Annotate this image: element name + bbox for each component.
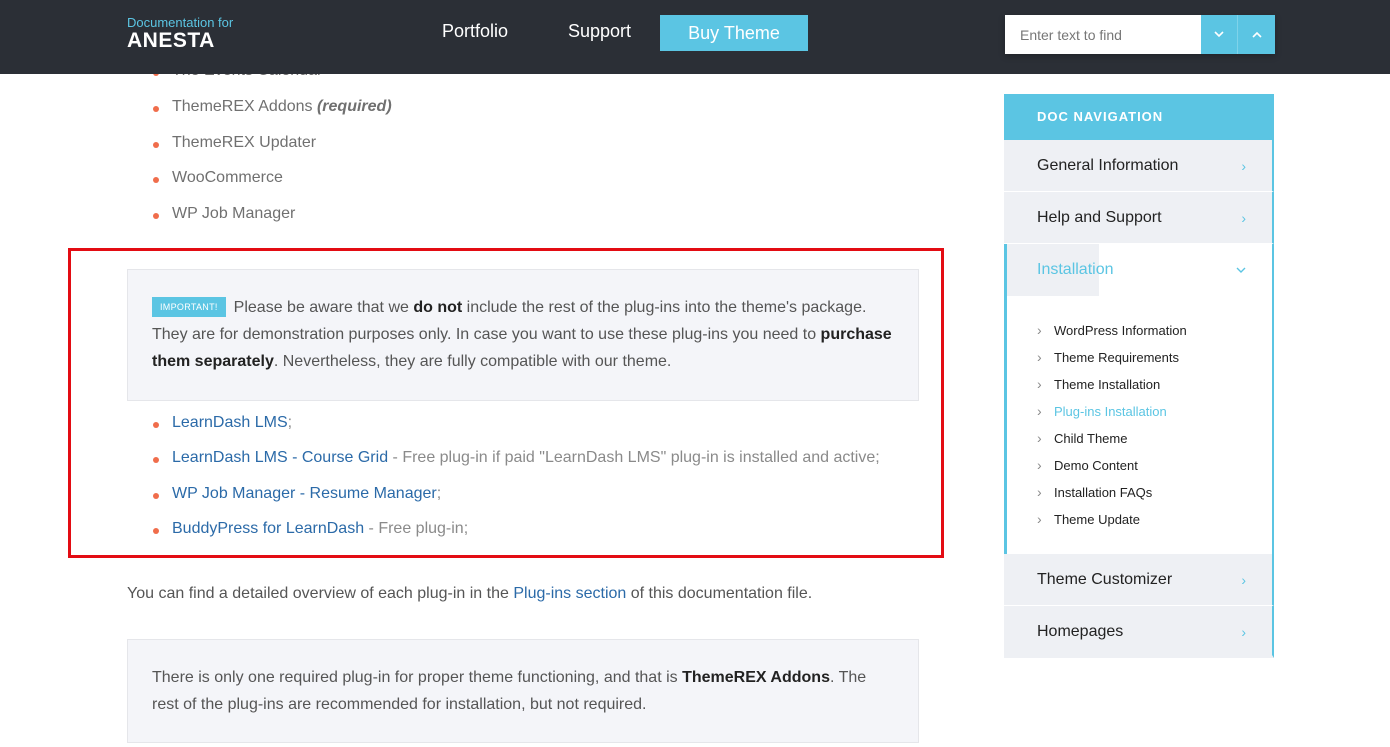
search-box bbox=[1005, 15, 1275, 54]
chevron-right-icon: › bbox=[1241, 158, 1246, 174]
important-badge: IMPORTANT! bbox=[152, 297, 226, 317]
list-item: WP Job Manager bbox=[152, 205, 296, 222]
plugin-item: LearnDash LMS; bbox=[152, 414, 293, 431]
top-header: Documentation for ANESTA Portfolio Suppo… bbox=[0, 0, 1390, 74]
chevron-right-icon: › bbox=[1241, 624, 1246, 640]
plugin-link[interactable]: WP Job Manager - Resume Manager bbox=[172, 485, 437, 502]
list-item: ThemeREX Updater bbox=[152, 134, 317, 151]
sidebar-item-help-and-support[interactable]: Help and Support › bbox=[1004, 192, 1274, 244]
sidebar-item-installation: Installation WordPress Information Theme… bbox=[1004, 244, 1274, 554]
sub-item-theme-update[interactable]: Theme Update bbox=[1007, 506, 1272, 533]
brand-title: ANESTA bbox=[127, 29, 215, 52]
chevron-up-icon bbox=[1251, 32, 1262, 38]
buy-theme-button[interactable]: Buy Theme bbox=[660, 15, 808, 51]
sub-item-installation-faqs[interactable]: Installation FAQs bbox=[1007, 479, 1272, 506]
chevron-right-icon: › bbox=[1241, 572, 1246, 588]
search-prev-button[interactable] bbox=[1201, 15, 1238, 54]
important-notice: IMPORTANT! Please be aware that we do not… bbox=[127, 269, 919, 401]
doc-navigation-title: DOC NAVIGATION bbox=[1004, 94, 1274, 140]
plugin-item: LearnDash LMS - Course Grid - Free plug-… bbox=[153, 449, 880, 466]
main-content: The Events Calendar ThemeREX Addons (req… bbox=[0, 0, 960, 747]
list-item: WooCommerce bbox=[153, 169, 283, 186]
plugin-link[interactable]: LearnDash LMS bbox=[172, 414, 288, 431]
chevron-down-icon bbox=[1214, 31, 1224, 38]
plugin-item: BuddyPress for LearnDash - Free plug-in; bbox=[152, 520, 469, 537]
plugins-paragraph: You can find a detailed overview of each… bbox=[127, 585, 813, 602]
sidebar-item-general-information[interactable]: General Information › bbox=[1004, 140, 1274, 192]
plugin-link[interactable]: BuddyPress for LearnDash bbox=[172, 520, 364, 537]
plugin-link[interactable]: LearnDash LMS - Course Grid bbox=[172, 449, 388, 466]
search-next-button[interactable] bbox=[1238, 15, 1275, 54]
brand-logo[interactable]: Documentation for ANESTA bbox=[127, 16, 233, 52]
sub-item-demo-content[interactable]: Demo Content bbox=[1007, 452, 1272, 479]
sidebar-active-title[interactable]: Installation bbox=[1007, 244, 1272, 296]
brand-subtitle: Documentation for bbox=[127, 15, 234, 30]
sub-item-wordpress-information[interactable]: WordPress Information bbox=[1007, 317, 1272, 344]
installation-sub-list: WordPress Information Theme Requirements… bbox=[1007, 296, 1272, 533]
sidebar-item-homepages[interactable]: Homepages › bbox=[1004, 606, 1274, 658]
plugins-section-link[interactable]: Plug-ins section bbox=[513, 585, 626, 602]
sub-item-plugins-installation[interactable]: Plug-ins Installation bbox=[1007, 398, 1272, 425]
sub-item-child-theme[interactable]: Child Theme bbox=[1007, 425, 1272, 452]
chevron-down-icon bbox=[1236, 244, 1246, 296]
chevron-right-icon: › bbox=[1241, 210, 1246, 226]
doc-navigation: DOC NAVIGATION General Information › Hel… bbox=[1004, 94, 1274, 662]
list-item: ThemeREX Addons (required) bbox=[153, 98, 392, 115]
plugin-item: WP Job Manager - Resume Manager; bbox=[152, 485, 442, 502]
sidebar-item-theme-customizer[interactable]: Theme Customizer › bbox=[1004, 554, 1274, 606]
nav-support[interactable]: Support bbox=[568, 21, 631, 42]
sub-item-theme-installation[interactable]: Theme Installation bbox=[1007, 371, 1272, 398]
sub-item-theme-requirements[interactable]: Theme Requirements bbox=[1007, 344, 1272, 371]
nav-portfolio[interactable]: Portfolio bbox=[442, 21, 508, 42]
required-plugin-notice: There is only one required plug-in for p… bbox=[127, 639, 919, 743]
search-input[interactable] bbox=[1005, 15, 1201, 54]
